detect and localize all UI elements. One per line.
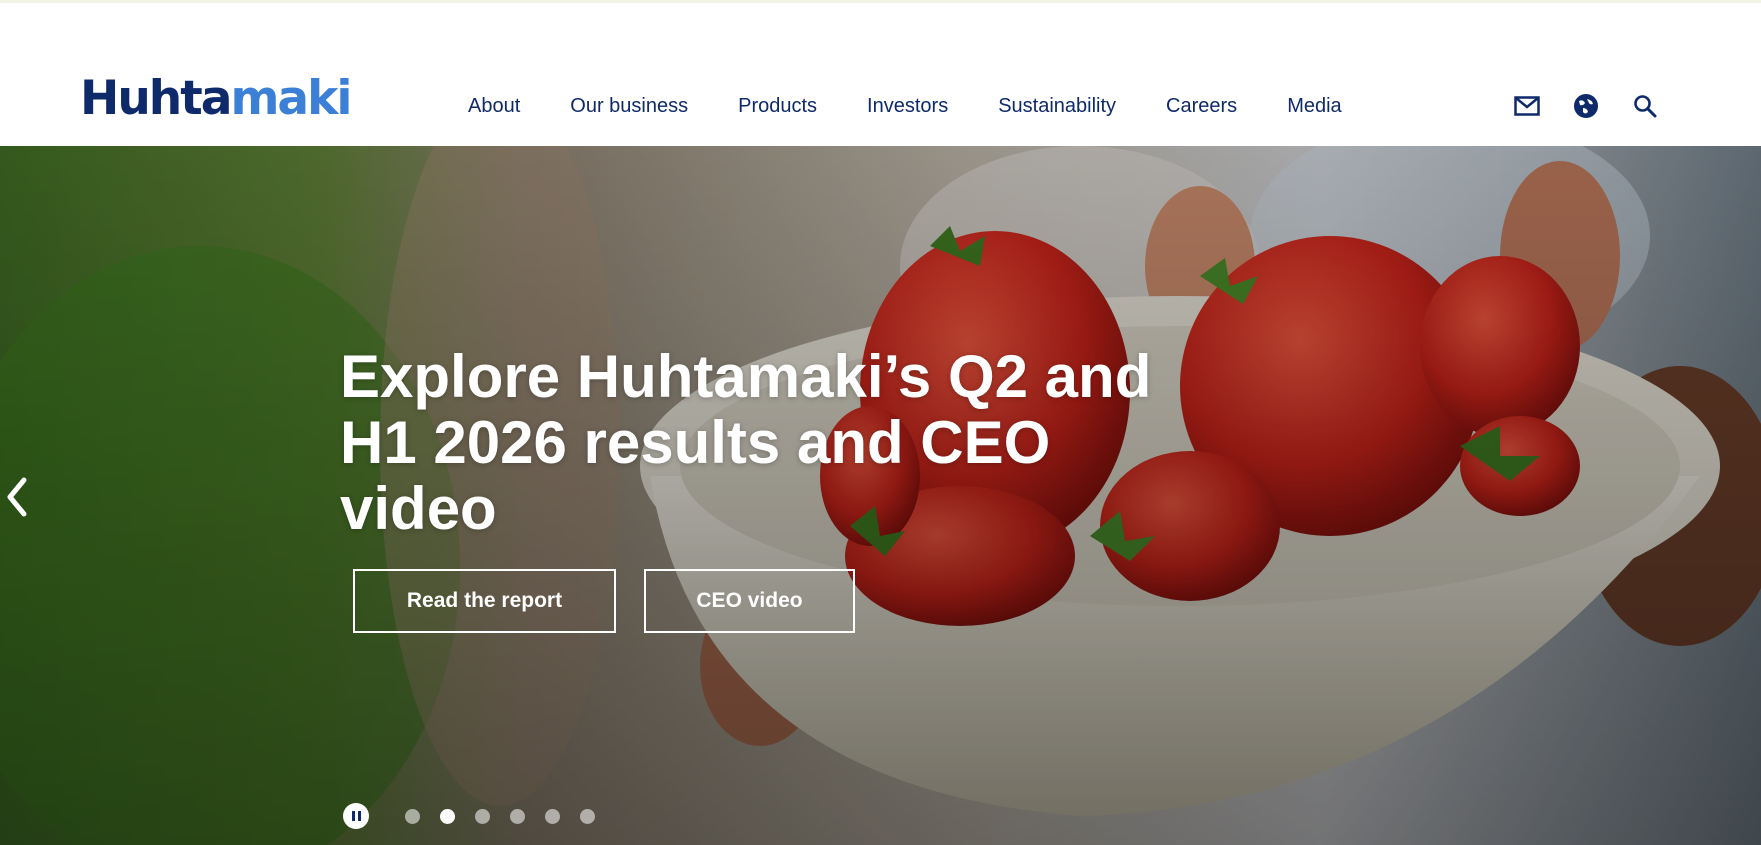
huhtamaki-logo[interactable]: Huhtamaki — [80, 75, 353, 122]
header-tools — [1512, 91, 1689, 121]
mail-icon[interactable] — [1512, 91, 1542, 121]
globe-icon[interactable] — [1571, 91, 1601, 121]
pause-icon[interactable] — [343, 803, 369, 829]
hero-carousel: Explore Huhtamaki’s Q2 and H1 2026 resul… — [0, 146, 1761, 845]
nav-careers[interactable]: Careers — [1166, 95, 1237, 118]
carousel-controls — [343, 803, 615, 829]
carousel-dot-6[interactable] — [580, 808, 595, 824]
site-header: Huhtamaki About Our business Products In… — [0, 3, 1761, 146]
carousel-dot-5[interactable] — [545, 808, 560, 824]
nav-our-business[interactable]: Our business — [570, 95, 688, 118]
nav-sustainability[interactable]: Sustainability — [998, 95, 1116, 118]
carousel-dot-3[interactable] — [475, 808, 490, 824]
ceo-video-button[interactable]: CEO video — [644, 569, 855, 633]
carousel-dot-2[interactable] — [440, 808, 455, 824]
nav-products[interactable]: Products — [738, 95, 817, 118]
search-icon[interactable] — [1630, 91, 1660, 121]
main-navigation: About Our business Products Investors Su… — [468, 95, 1392, 118]
previous-slide-arrow-icon[interactable] — [2, 474, 32, 520]
hero-headline: Explore Huhtamaki’s Q2 and H1 2026 resul… — [340, 343, 1152, 542]
carousel-dot-4[interactable] — [510, 808, 525, 824]
nav-media[interactable]: Media — [1287, 95, 1341, 118]
nav-about[interactable]: About — [468, 95, 520, 118]
nav-investors[interactable]: Investors — [867, 95, 948, 118]
carousel-dot-1[interactable] — [405, 808, 420, 824]
read-the-report-button[interactable]: Read the report — [353, 569, 616, 633]
